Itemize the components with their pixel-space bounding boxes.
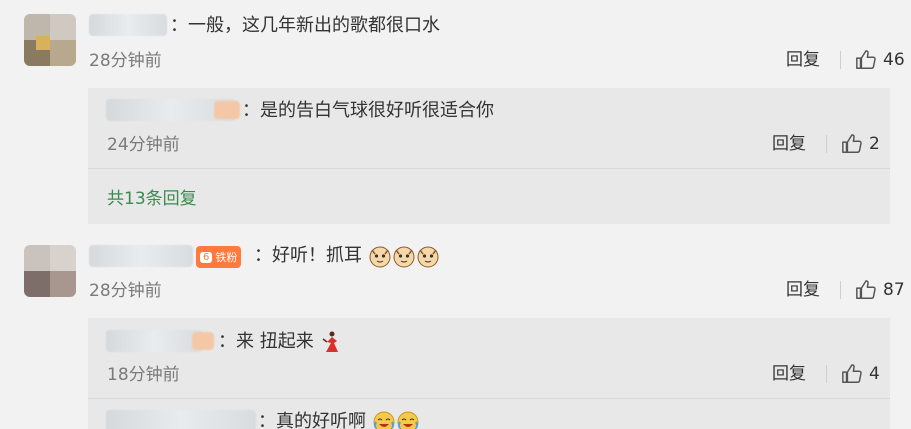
username-blurred[interactable] [106,330,202,352]
cat-face-emoji [417,246,439,268]
reply-thread: ：来 扭起来 18分钟前 回复 4 ：真的好听啊 [88,318,890,429]
thumbs-up-icon [856,280,876,299]
reply-time: 24分钟前 [107,135,180,155]
like-count: 2 [869,134,880,154]
username-blurred[interactable] [106,410,256,429]
username-blurred[interactable] [89,245,193,267]
crying-laughing-emoji [397,411,419,429]
like-count: 87 [883,280,905,300]
thumbs-up-icon [842,134,862,153]
like-button[interactable]: 87 [855,278,905,302]
reply-separator [88,168,890,169]
like-button[interactable]: 2 [841,132,880,156]
comment-item: 6 铁粉 ：好听！抓耳 28分钟前 回复 87 ：来 扭起来 18分钟前 回复 [0,230,911,429]
user-badge-blurred [214,101,240,119]
reply-button[interactable]: 回复 [786,49,820,71]
reply-text: ：来 扭起来 [218,330,343,354]
avatar[interactable] [24,245,76,297]
dancer-emoji [323,331,339,352]
more-replies-link[interactable]: 共13条回复 [107,184,197,209]
user-badge-blurred [192,332,214,350]
reply-text: ：是的告白气球很好听很适合你 [242,100,494,121]
comment-text: ：一般，这几年新出的歌都很口水 [170,15,440,36]
divider [840,281,841,299]
reply-thread: ：是的告白气球很好听很适合你 24分钟前 回复 2 共13条回复 [88,88,890,224]
thumbs-up-icon [842,364,862,383]
reply-button[interactable]: 回复 [786,279,820,301]
like-count: 46 [883,50,905,70]
like-button[interactable]: 4 [841,362,880,386]
fan-badge: 6 铁粉 [196,246,242,268]
reply-time: 18分钟前 [107,365,180,385]
comment-text-content: ：好听！抓耳 [254,245,362,266]
fan-badge-label: 铁粉 [215,251,238,264]
avatar[interactable] [24,14,76,66]
fan-level: 6 [200,251,213,263]
cat-face-emoji [369,246,391,268]
thumbs-up-icon [856,50,876,69]
crying-laughing-emoji [373,411,395,429]
reply-text-content: ：真的好听啊 [258,411,366,429]
comment-item: ：一般，这几年新出的歌都很口水 28分钟前 回复 46 ：是的告白气球很好听很适… [0,0,911,230]
comment-time: 28分钟前 [89,281,162,301]
like-button[interactable]: 46 [855,48,905,72]
reply-text-content: ：来 扭起来 [218,331,314,352]
cat-face-emoji [393,246,415,268]
reply-button[interactable]: 回复 [772,363,806,385]
reply-text: ：真的好听啊 [258,410,420,429]
divider [840,51,841,69]
reply-button[interactable]: 回复 [772,133,806,155]
username-blurred[interactable] [89,14,167,36]
reply-separator [88,398,890,399]
divider [826,365,827,383]
comment-text: ：好听！抓耳 [254,244,440,268]
like-count: 4 [869,364,880,384]
comment-feed: ：一般，这几年新出的歌都很口水 28分钟前 回复 46 ：是的告白气球很好听很适… [0,0,911,429]
divider [826,135,827,153]
comment-time: 28分钟前 [89,51,162,71]
